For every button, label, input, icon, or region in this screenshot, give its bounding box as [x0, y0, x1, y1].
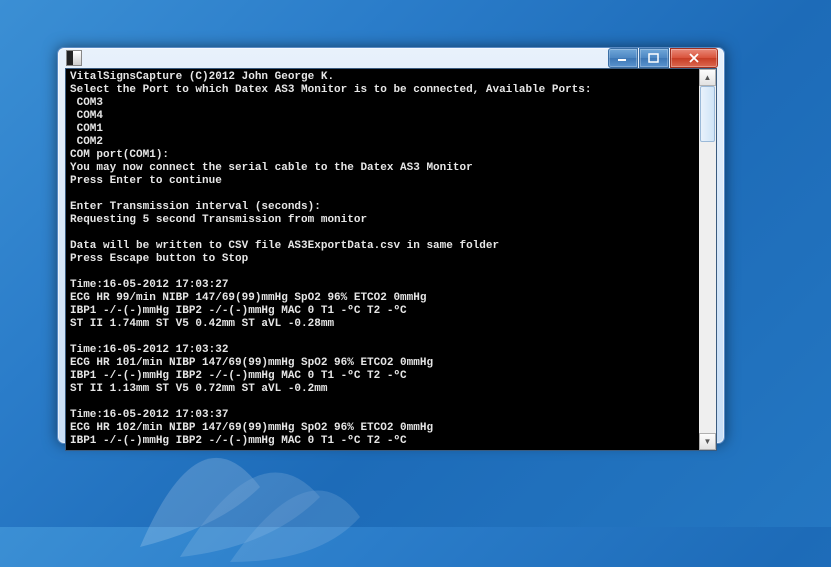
line-interval: Enter Transmission interval (seconds):: [70, 201, 321, 213]
record-time: Time:16-05-2012 17:03:32: [70, 344, 228, 356]
line-port: COM3: [77, 97, 103, 109]
record-ecg: ECG HR 101/min NIBP 147/69(99)mmHg SpO2 …: [70, 357, 433, 369]
line-select-prompt: Select the Port to which Datex AS3 Monit…: [70, 84, 592, 96]
scroll-thumb[interactable]: [700, 86, 715, 142]
minimize-button[interactable]: [608, 48, 638, 68]
line-port: COM2: [77, 136, 103, 148]
scroll-down-button[interactable]: ▼: [699, 433, 716, 450]
titlebar[interactable]: [58, 48, 724, 68]
line-connect: You may now connect the serial cable to …: [70, 162, 473, 174]
client-area: VitalSignsCapture (C)2012 John George K.…: [65, 68, 717, 451]
console-window: VitalSignsCapture (C)2012 John George K.…: [57, 47, 725, 444]
window-controls: [608, 48, 718, 68]
line-comport: COM port(COM1):: [70, 149, 169, 161]
line-requesting: Requesting 5 second Transmission from mo…: [70, 214, 367, 226]
record-time: Time:16-05-2012 17:03:37: [70, 409, 228, 421]
line-port: COM4: [77, 110, 103, 122]
record-ibp: IBP1 -/-(-)mmHg IBP2 -/-(-)mmHg MAC 0 T1…: [70, 370, 407, 382]
scroll-track[interactable]: [699, 86, 716, 433]
scroll-up-button[interactable]: ▲: [699, 69, 716, 86]
line-csv: Data will be written to CSV file AS3Expo…: [70, 240, 499, 252]
vertical-scrollbar[interactable]: ▲ ▼: [699, 69, 716, 450]
record-st: ST II 1.74mm ST V5 0.42mm ST aVL -0.28mm: [70, 318, 334, 330]
chevron-down-icon: ▼: [704, 438, 712, 446]
app-icon: [66, 50, 82, 66]
record-ibp: IBP1 -/-(-)mmHg IBP2 -/-(-)mmHg MAC 0 T1…: [70, 435, 407, 447]
line-header: VitalSignsCapture (C)2012 John George K.: [70, 71, 334, 83]
record-time: Time:16-05-2012 17:03:27: [70, 279, 228, 291]
line-enter: Press Enter to continue: [70, 175, 222, 187]
record-ecg: ECG HR 102/min NIBP 147/69(99)mmHg SpO2 …: [70, 422, 433, 434]
line-escape: Press Escape button to Stop: [70, 253, 248, 265]
record-ibp: IBP1 -/-(-)mmHg IBP2 -/-(-)mmHg MAC 0 T1…: [70, 305, 407, 317]
terminal-output[interactable]: VitalSignsCapture (C)2012 John George K.…: [66, 69, 699, 450]
record-st: ST II 1.13mm ST V5 0.72mm ST aVL -0.2mm: [70, 383, 327, 395]
chevron-up-icon: ▲: [704, 74, 712, 82]
record-ecg: ECG HR 99/min NIBP 147/69(99)mmHg SpO2 9…: [70, 292, 426, 304]
maximize-button[interactable]: [639, 48, 669, 68]
line-port: COM1: [77, 123, 103, 135]
close-button[interactable]: [670, 48, 718, 68]
